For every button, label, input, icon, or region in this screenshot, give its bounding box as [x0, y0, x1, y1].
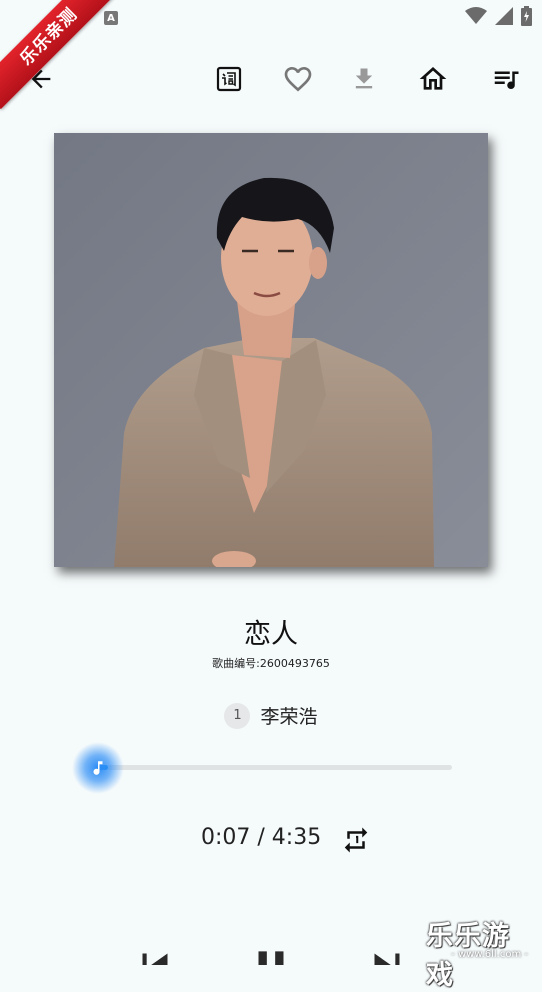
- favorite-button[interactable]: [275, 56, 321, 102]
- home-icon: [419, 67, 447, 90]
- music-note-icon: [93, 761, 103, 775]
- skip-previous-icon[interactable]: [130, 941, 180, 965]
- queue-button[interactable]: [483, 56, 529, 102]
- site-watermark: 乐乐游戏 - www.6ll.com -: [426, 914, 542, 991]
- battery-icon: [521, 6, 532, 26]
- time-display: 0:07 / 4:35: [201, 825, 322, 850]
- download-icon: [355, 68, 373, 89]
- lyrics-button[interactable]: [206, 56, 252, 102]
- heart-icon: [284, 67, 312, 92]
- time-row: 0:07 / 4:35: [0, 822, 542, 858]
- lyrics-icon: [216, 66, 242, 92]
- download-button[interactable]: [341, 56, 387, 102]
- song-title: 恋人: [244, 619, 298, 650]
- pause-icon[interactable]: [246, 941, 296, 965]
- home-button[interactable]: [410, 56, 456, 102]
- repeat-button[interactable]: [340, 824, 372, 856]
- signal-icon: [495, 7, 513, 25]
- status-icons: [465, 6, 532, 26]
- repeat-icon: [344, 827, 368, 853]
- artist-chip[interactable]: 1 李荣浩: [0, 702, 542, 729]
- back-button[interactable]: [18, 56, 64, 102]
- playlist-icon: [494, 71, 519, 89]
- wifi-icon: [465, 7, 487, 24]
- watermark-url: - www.6ll.com -: [451, 949, 528, 960]
- skip-next-icon[interactable]: [362, 941, 412, 965]
- progress-track[interactable]: [98, 765, 452, 770]
- artist-index-badge: 1: [224, 702, 251, 729]
- artist-name: 李荣浩: [260, 706, 318, 728]
- progress-thumb[interactable]: [72, 742, 124, 794]
- top-toolbar: [0, 56, 542, 102]
- back-arrow-icon: [31, 69, 51, 89]
- artist-photo: [54, 133, 488, 567]
- album-cover: [54, 133, 488, 567]
- song-number: 歌曲编号:2600493765: [212, 657, 330, 670]
